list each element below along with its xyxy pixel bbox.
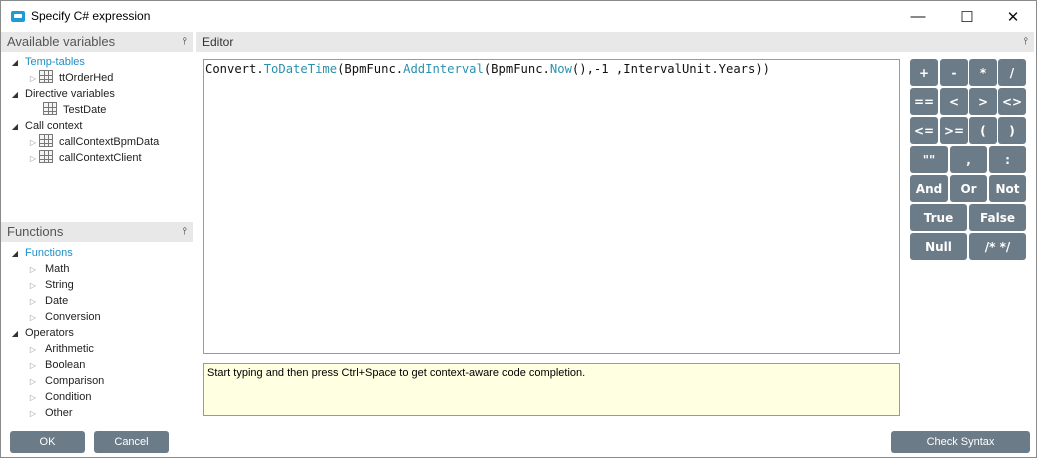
greater-equal-button[interactable]: >= <box>940 117 968 144</box>
tree-node-ttorderhed[interactable]: ▷ ttOrderHed <box>27 70 113 86</box>
code-token: (BpmFunc. <box>337 62 404 76</box>
collapsed-icon[interactable]: ▷ <box>27 342 39 358</box>
table-icon <box>43 102 57 115</box>
not-equal-button[interactable]: <> <box>998 88 1026 115</box>
collapsed-icon[interactable]: ▷ <box>27 390 39 406</box>
expanded-icon[interactable]: ◢ <box>9 87 21 103</box>
pin-icon[interactable]: ⫯ <box>183 32 187 52</box>
expression-dialog: Specify C# expression — ☐ ✕ Available va… <box>0 0 1037 458</box>
tree-node-callcontextclient[interactable]: ▷ callContextClient <box>27 150 142 166</box>
code-token: (BpmFunc. <box>483 62 550 76</box>
tree-node-condition[interactable]: ▷ Condition <box>27 389 92 406</box>
code-completion-hint: Start typing and then press Ctrl+Space t… <box>203 363 900 416</box>
code-token: (),-1 ,IntervalUnit.Years)) <box>571 62 771 76</box>
maximize-button[interactable]: ☐ <box>944 1 990 32</box>
plus-button[interactable]: + <box>910 59 938 86</box>
functions-panel-header: Functions ⫯ <box>1 222 193 242</box>
table-icon <box>39 134 53 147</box>
code-token: Convert. <box>205 62 264 76</box>
tree-node-temp-tables[interactable]: ◢ Temp-tables <box>9 54 85 70</box>
tree-node-string[interactable]: ▷ String <box>27 277 74 293</box>
editor-panel-title: Editor <box>202 35 234 49</box>
tree-node-testdate[interactable]: TestDate <box>43 102 106 118</box>
collapsed-icon[interactable]: ▷ <box>27 135 39 151</box>
tree-node-other[interactable]: ▷ Other <box>27 405 73 421</box>
tree-node-arithmetic[interactable]: ▷ Arithmetic <box>27 341 94 357</box>
collapsed-icon[interactable]: ▷ <box>27 71 39 87</box>
collapsed-icon[interactable]: ▷ <box>27 358 39 374</box>
tree-node-call-context[interactable]: ◢ Call context <box>9 118 83 135</box>
null-button[interactable]: Null <box>910 233 967 260</box>
variables-panel-header: Available variables ⫯ <box>1 32 193 52</box>
pin-icon[interactable]: ⫯ <box>183 222 187 242</box>
minimize-button[interactable]: — <box>895 1 941 32</box>
expanded-icon[interactable]: ◢ <box>9 55 21 71</box>
variables-panel-title: Available variables <box>7 34 116 49</box>
collapsed-icon[interactable]: ▷ <box>27 294 39 310</box>
multiply-button[interactable]: * <box>969 59 997 86</box>
divide-button[interactable]: / <box>998 59 1026 86</box>
code-editor[interactable]: Convert.ToDateTime(BpmFunc.AddInterval(B… <box>203 59 900 354</box>
app-icon <box>11 11 25 22</box>
close-button[interactable]: ✕ <box>990 1 1036 32</box>
greater-than-button[interactable]: > <box>969 88 997 115</box>
collapsed-icon[interactable]: ▷ <box>27 262 39 278</box>
or-button[interactable]: Or <box>950 175 987 202</box>
quotes-button[interactable]: "" <box>910 146 948 173</box>
functions-panel-title: Functions <box>7 224 64 239</box>
close-paren-button[interactable]: ) <box>998 117 1026 144</box>
tree-node-operators[interactable]: ◢ Operators <box>9 325 74 341</box>
collapsed-icon[interactable]: ▷ <box>27 406 39 422</box>
tree-node-comparison[interactable]: ▷ Comparison <box>27 373 104 389</box>
collapsed-icon[interactable]: ▷ <box>27 310 39 326</box>
collapsed-icon[interactable]: ▷ <box>27 278 39 294</box>
pin-icon[interactable]: ⫯ <box>1024 32 1028 52</box>
minus-button[interactable]: - <box>940 59 968 86</box>
tree-node-functions[interactable]: ◢ Functions <box>9 245 73 261</box>
collapsed-icon[interactable]: ▷ <box>27 151 39 167</box>
less-equal-button[interactable]: <= <box>910 117 938 144</box>
collapsed-icon[interactable]: ▷ <box>27 374 39 390</box>
open-paren-button[interactable]: ( <box>969 117 997 144</box>
expanded-icon[interactable]: ◢ <box>9 246 21 262</box>
and-button[interactable]: And <box>910 175 948 202</box>
title-bar: Specify C# expression — ☐ ✕ <box>1 1 1036 32</box>
equals-button[interactable]: == <box>910 88 938 115</box>
editor-panel-header: Editor ⫯ <box>196 32 1034 52</box>
expanded-icon[interactable]: ◢ <box>9 119 21 135</box>
tree-node-callcontextbpmdata[interactable]: ▷ callContextBpmData <box>27 134 159 150</box>
not-button[interactable]: Not <box>989 175 1026 202</box>
code-token: Now <box>549 62 572 76</box>
window-title: Specify C# expression <box>31 9 151 23</box>
tree-node-conversion[interactable]: ▷ Conversion <box>27 309 101 325</box>
code-token: AddInterval <box>403 62 484 76</box>
ok-button[interactable]: OK <box>10 431 85 453</box>
comma-button[interactable]: , <box>950 146 987 173</box>
check-syntax-button[interactable]: Check Syntax <box>891 431 1030 453</box>
code-token: ToDateTime <box>263 62 338 76</box>
false-button[interactable]: False <box>969 204 1026 231</box>
table-icon <box>39 70 53 83</box>
cancel-button[interactable]: Cancel <box>94 431 169 453</box>
expanded-icon[interactable]: ◢ <box>9 326 21 342</box>
true-button[interactable]: True <box>910 204 967 231</box>
less-than-button[interactable]: < <box>940 88 968 115</box>
tree-node-boolean[interactable]: ▷ Boolean <box>27 357 85 373</box>
table-icon <box>39 150 53 163</box>
tree-node-date[interactable]: ▷ Date <box>27 293 68 309</box>
tree-node-directive-variables[interactable]: ◢ Directive variables <box>9 86 115 102</box>
tree-node-math[interactable]: ▷ Math <box>27 261 70 278</box>
colon-button[interactable]: : <box>989 146 1026 173</box>
comment-button[interactable]: /* */ <box>969 233 1026 260</box>
